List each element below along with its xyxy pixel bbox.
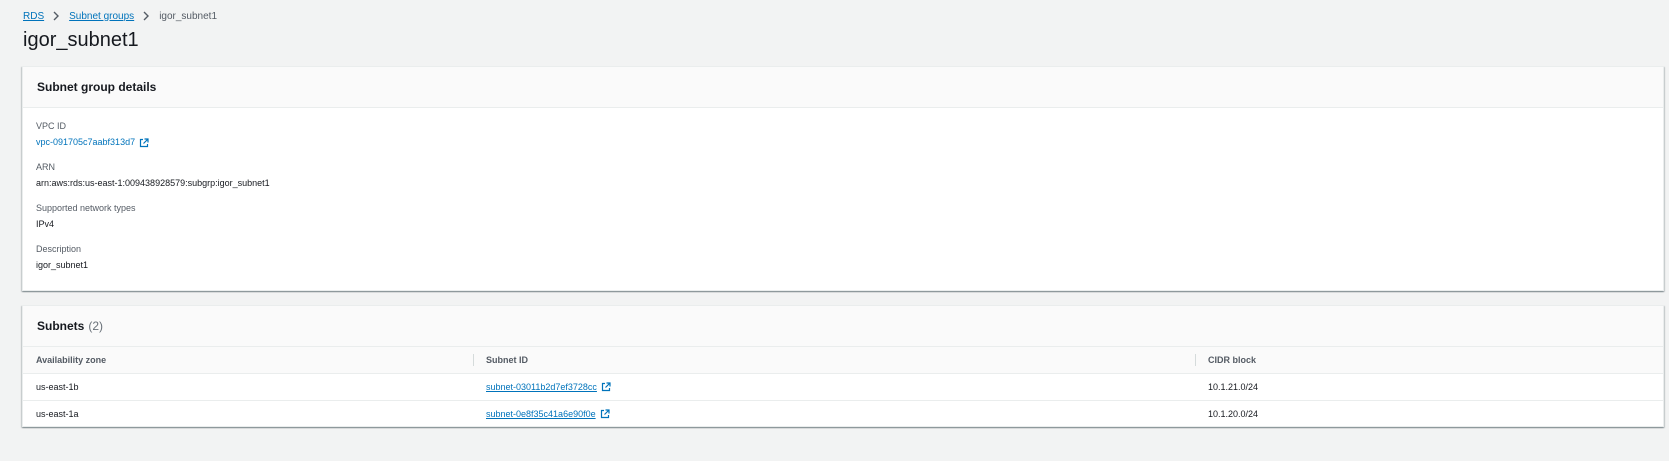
subnet-id-text[interactable]: subnet-0e8f35c41a6e90f0e [486,409,596,419]
column-header-cidr-block[interactable]: CIDR block [1195,347,1663,374]
details-body: VPC ID vpc-091705c7aabf313d7 ARN arn:aws… [23,108,1663,272]
table-row: us-east-1a subnet-0e8f35c41a6e90f0e 10.1… [23,399,1663,427]
cidr-block-cell: 10.1.20.0/24 [1195,399,1663,427]
external-link-icon[interactable] [139,137,149,148]
arn-label: ARN [36,162,56,172]
description-label: Description [36,244,82,254]
subnet-id-cell: subnet-0e8f35c41a6e90f0e [473,399,1195,427]
column-header-availability-zone[interactable]: Availability zone [23,347,473,374]
subnets-panel: Subnets (2) Availability zone Subnet ID C… [22,305,1664,427]
chevron-right-icon [143,11,150,21]
availability-zone-cell: us-east-1a [23,399,473,427]
breadcrumb: RDS Subnet groups igor_subnet1 [23,10,217,22]
subnets-count: (2) [88,319,104,333]
details-header: Subnet group details [23,67,1663,108]
table-header-row: Availability zone Subnet ID CIDR block [23,347,1663,374]
subnets-table: Availability zone Subnet ID CIDR block u… [23,347,1663,427]
subnet-id-cell: subnet-03011b2d7ef3728cc [473,373,1195,400]
external-link-icon[interactable] [600,409,610,419]
network-types-value: IPv4 [36,219,55,229]
details-title: Subnet group details [37,80,157,94]
breadcrumb-subnet-groups-link[interactable]: Subnet groups [69,11,134,22]
page-title: igor_subnet1 [23,29,139,51]
network-types-field: Supported network types IPv4 [36,202,1650,231]
breadcrumb-rds-link[interactable]: RDS [23,11,44,22]
subnet-group-details-panel: Subnet group details VPC ID vpc-091705c7… [22,66,1664,291]
subnets-title-text: Subnets [37,319,85,333]
availability-zone-cell: us-east-1b [36,381,79,392]
vpc-id-link[interactable]: vpc-091705c7aabf313d7 [36,136,135,149]
subnet-id-link[interactable]: subnet-03011b2d7ef3728cc [486,382,611,392]
subnets-title: Subnets (2) [37,319,103,333]
subnet-id-text[interactable]: subnet-03011b2d7ef3728cc [486,382,597,392]
subnet-id-link[interactable]: subnet-0e8f35c41a6e90f0e [486,409,610,419]
page: RDS Subnet groups igor_subnet1 igor_subn… [0,0,1669,461]
vpc-id-label: VPC ID [36,121,67,131]
vpc-id-field: VPC ID vpc-091705c7aabf313d7 [36,120,1650,149]
description-field: Description igor_subnet1 [36,243,1650,272]
cidr-block-cell: 10.1.21.0/24 [1208,381,1259,392]
subnets-header: Subnets (2) [23,306,1663,347]
column-header-subnet-id[interactable]: Subnet ID [473,347,1195,374]
breadcrumb-current: igor_subnet1 [159,10,218,22]
external-link-icon[interactable] [601,381,611,392]
network-types-label: Supported network types [36,203,136,213]
table-row: us-east-1b subnet-03011b2d7ef3728cc 10.1… [23,373,1663,400]
arn-value: arn:aws:rds:us-east-1:009438928579:subgr… [36,178,270,188]
description-value: igor_subnet1 [36,260,89,270]
chevron-right-icon [53,11,60,21]
arn-field: ARN arn:aws:rds:us-east-1:009438928579:s… [36,161,1650,190]
